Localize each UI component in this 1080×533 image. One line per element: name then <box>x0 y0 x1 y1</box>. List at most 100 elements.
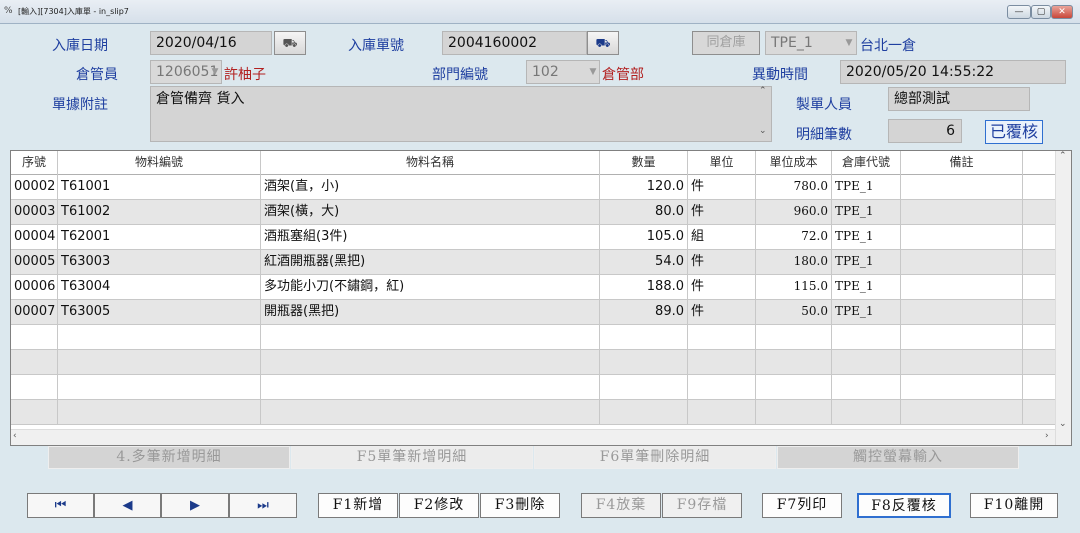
cell-seq[interactable]: 00005 <box>11 250 58 275</box>
first-record-button[interactable]: ⏮ <box>27 493 94 518</box>
cell-seq[interactable]: 00003 <box>11 200 58 225</box>
col-header-memo[interactable]: 備註 <box>901 151 1023 175</box>
cell-unit[interactable]: 件 <box>688 300 756 325</box>
cell-seq[interactable] <box>11 325 58 350</box>
delete-button[interactable]: F3刪除 <box>480 493 560 518</box>
cell-qty[interactable]: 188.0 <box>600 275 688 300</box>
col-header-qty[interactable]: 數量 <box>600 151 688 175</box>
col-header-warehouse[interactable]: 倉庫代號 <box>832 151 901 175</box>
cell-qty[interactable] <box>600 375 688 400</box>
col-header-code[interactable]: 物料編號 <box>58 151 261 175</box>
cell-unit[interactable] <box>688 400 756 425</box>
close-button[interactable]: ✕ <box>1051 5 1073 19</box>
multi-add-detail-button[interactable]: 4.多筆新增明細 <box>48 446 290 469</box>
cell-wh[interactable]: TPE_1 <box>832 275 901 300</box>
cell-cost[interactable]: 780.0 <box>756 175 832 200</box>
cell-memo[interactable] <box>901 350 1023 375</box>
cell-memo[interactable] <box>901 175 1023 200</box>
col-header-name[interactable]: 物料名稱 <box>261 151 600 175</box>
cell-code[interactable] <box>58 400 261 425</box>
cell-seq[interactable]: 00007 <box>11 300 58 325</box>
cell-name[interactable]: 酒架(直，小) <box>261 175 600 200</box>
scroll-left-icon[interactable]: ‹ <box>13 431 17 441</box>
date-lookup-button[interactable]: ⛟ <box>274 31 306 55</box>
touch-input-button[interactable]: 觸控螢幕輸入 <box>777 446 1019 469</box>
next-record-button[interactable]: ▶ <box>161 493 229 518</box>
table-row[interactable]: 00004 T62001 酒瓶塞組(3件) 105.0 組 72.0 TPE_1 <box>11 225 1071 250</box>
cell-code[interactable] <box>58 375 261 400</box>
cell-name[interactable]: 開瓶器(黑把) <box>261 300 600 325</box>
cell-memo[interactable] <box>901 250 1023 275</box>
scroll-right-icon[interactable]: › <box>1045 431 1049 441</box>
cell-memo[interactable] <box>901 400 1023 425</box>
same-warehouse-button[interactable]: 同倉庫 <box>692 31 760 55</box>
cell-code[interactable] <box>58 325 261 350</box>
vertical-scrollbar[interactable]: ⌃ ⌄ <box>1055 151 1071 445</box>
cell-unit[interactable]: 件 <box>688 250 756 275</box>
save-button[interactable]: F9存檔 <box>662 493 742 518</box>
cell-wh[interactable] <box>832 375 901 400</box>
cell-cost[interactable] <box>756 400 832 425</box>
cell-wh[interactable]: TPE_1 <box>832 175 901 200</box>
cell-name[interactable]: 酒架(橫，大) <box>261 200 600 225</box>
cell-code[interactable]: T63005 <box>58 300 261 325</box>
cell-qty[interactable]: 120.0 <box>600 175 688 200</box>
table-row[interactable]: 00002 T61001 酒架(直，小) 120.0 件 780.0 TPE_1 <box>11 175 1071 200</box>
cell-wh[interactable]: TPE_1 <box>832 225 901 250</box>
cell-name[interactable] <box>261 375 600 400</box>
table-row[interactable]: 00003 T61002 酒架(橫，大) 80.0 件 960.0 TPE_1 <box>11 200 1071 225</box>
cell-wh[interactable]: TPE_1 <box>832 300 901 325</box>
slip-lookup-button[interactable]: ⛟ <box>587 31 619 55</box>
cell-wh[interactable]: TPE_1 <box>832 200 901 225</box>
cell-cost[interactable]: 180.0 <box>756 250 832 275</box>
cell-code[interactable]: T61002 <box>58 200 261 225</box>
note-textarea[interactable]: 倉管備齊 貨入 <box>150 86 772 142</box>
cell-memo[interactable] <box>901 200 1023 225</box>
single-add-detail-button[interactable]: F5單筆新增明細 <box>291 446 533 469</box>
scroll-down-icon[interactable]: ⌄ <box>1059 419 1067 429</box>
cell-unit[interactable]: 組 <box>688 225 756 250</box>
col-header-seq[interactable]: 序號 <box>11 151 58 175</box>
prev-record-button[interactable]: ◀ <box>94 493 161 518</box>
cell-memo[interactable] <box>901 225 1023 250</box>
cell-qty[interactable]: 80.0 <box>600 200 688 225</box>
table-row[interactable]: 00006 T63004 多功能小刀(不鏽鋼，紅) 188.0 件 115.0 TPE_1 <box>11 275 1071 300</box>
cell-qty[interactable]: 89.0 <box>600 300 688 325</box>
horizontal-scrollbar[interactable]: ‹ › <box>11 429 1055 445</box>
chevron-down-icon[interactable]: ▼ <box>208 61 222 83</box>
cell-seq[interactable] <box>11 350 58 375</box>
cell-memo[interactable] <box>901 375 1023 400</box>
cell-seq[interactable]: 00002 <box>11 175 58 200</box>
cell-code[interactable]: T63004 <box>58 275 261 300</box>
cell-seq[interactable] <box>11 375 58 400</box>
cell-name[interactable] <box>261 325 600 350</box>
cell-qty[interactable] <box>600 400 688 425</box>
edit-button[interactable]: F2修改 <box>399 493 479 518</box>
chevron-down-icon[interactable]: ▼ <box>842 32 856 54</box>
empty-table-row[interactable] <box>11 325 1071 350</box>
cell-qty[interactable] <box>600 325 688 350</box>
table-row[interactable]: 00007 T63005 開瓶器(黑把) 89.0 件 50.0 TPE_1 <box>11 300 1071 325</box>
date-field[interactable]: 2020/04/16 <box>150 31 272 55</box>
cell-cost[interactable]: 50.0 <box>756 300 832 325</box>
cell-seq[interactable]: 00006 <box>11 275 58 300</box>
cell-cost[interactable] <box>756 325 832 350</box>
scroll-up-icon[interactable]: ⌃ <box>1059 151 1067 161</box>
minimize-button[interactable]: — <box>1007 5 1031 19</box>
table-row[interactable]: 00005 T63003 紅酒開瓶器(黑把) 54.0 件 180.0 TPE_1 <box>11 250 1071 275</box>
last-record-button[interactable]: ⏭ <box>229 493 297 518</box>
single-delete-detail-button[interactable]: F6單筆刪除明細 <box>534 446 776 469</box>
cell-unit[interactable]: 件 <box>688 275 756 300</box>
add-button[interactable]: F1新增 <box>318 493 398 518</box>
cell-memo[interactable] <box>901 275 1023 300</box>
cell-unit[interactable] <box>688 350 756 375</box>
cell-unit[interactable]: 件 <box>688 200 756 225</box>
cell-cost[interactable]: 72.0 <box>756 225 832 250</box>
scroll-up-icon[interactable]: ⌃ <box>759 86 767 96</box>
cell-code[interactable]: T62001 <box>58 225 261 250</box>
empty-table-row[interactable] <box>11 375 1071 400</box>
restore-button[interactable]: ▢ <box>1031 5 1051 19</box>
empty-table-row[interactable] <box>11 400 1071 425</box>
cell-unit[interactable]: 件 <box>688 175 756 200</box>
empty-table-row[interactable] <box>11 350 1071 375</box>
